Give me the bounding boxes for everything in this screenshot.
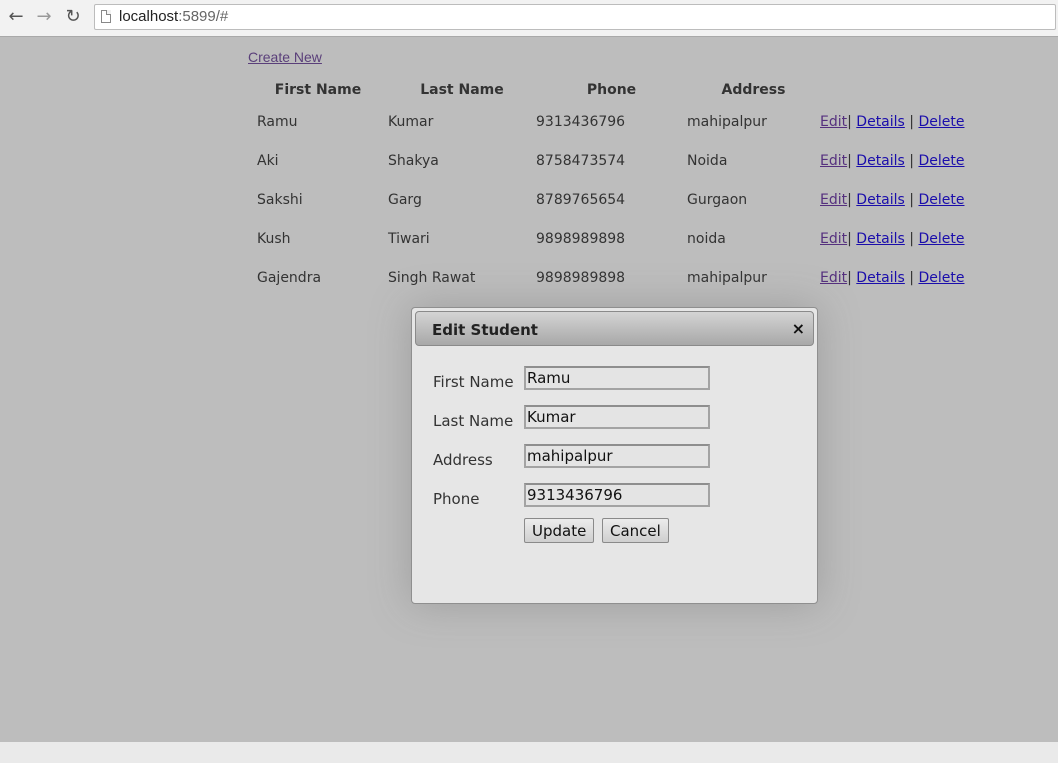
- delete-link[interactable]: Delete: [918, 153, 964, 169]
- url-text: localhost:5899/#: [119, 8, 229, 25]
- cell-phone: 8758473574: [536, 152, 626, 169]
- separator: |: [909, 113, 915, 130]
- edit-link[interactable]: Edit: [820, 153, 847, 169]
- column-header-phone: Phone: [586, 82, 637, 98]
- first-name-input[interactable]: [524, 366, 710, 390]
- delete-link[interactable]: Delete: [918, 270, 964, 286]
- last-name-label: Last Name: [433, 412, 514, 430]
- column-header-last-name: Last Name: [420, 82, 504, 98]
- dialog-title: Edit Student: [432, 321, 538, 339]
- cell-actions: Edit| Details | Delete: [820, 102, 980, 141]
- table-row: Sakshi Garg 8789765654 Gurgaon Edit| Det…: [248, 180, 980, 219]
- separator: |: [847, 269, 852, 286]
- details-link[interactable]: Details: [856, 114, 905, 130]
- cell-actions: Edit| Details | Delete: [820, 258, 980, 297]
- column-header-first-name: First Name: [274, 82, 362, 98]
- table-row: Kush Tiwari 9898989898 noida Edit| Detai…: [248, 219, 980, 258]
- address-input[interactable]: [524, 444, 710, 468]
- table-row: Ramu Kumar 9313436796 mahipalpur Edit| D…: [248, 102, 980, 141]
- table-header-row: First Name Last Name Phone Address: [248, 78, 980, 102]
- cell-phone: 9898989898: [536, 230, 626, 247]
- delete-link[interactable]: Delete: [918, 231, 964, 247]
- cell-last-name: Kumar: [388, 113, 434, 130]
- column-header-address: Address: [721, 82, 786, 98]
- details-link[interactable]: Details: [856, 231, 905, 247]
- delete-link[interactable]: Delete: [918, 114, 964, 130]
- dialog-titlebar[interactable]: Edit Student ×: [415, 311, 814, 346]
- separator: |: [847, 152, 852, 169]
- cell-last-name: Shakya: [388, 152, 439, 169]
- cell-last-name: Singh Rawat: [388, 269, 476, 286]
- cell-phone: 9898989898: [536, 269, 626, 286]
- bottom-bar: [0, 742, 1058, 763]
- cell-last-name: Tiwari: [388, 230, 430, 247]
- details-link[interactable]: Details: [856, 192, 905, 208]
- edit-link[interactable]: Edit: [820, 192, 847, 208]
- edit-link[interactable]: Edit: [820, 114, 847, 130]
- edit-link[interactable]: Edit: [820, 231, 847, 247]
- cell-last-name: Garg: [388, 191, 422, 208]
- edit-student-dialog: Edit Student × First Name Last Name Addr…: [411, 307, 818, 604]
- cell-phone: 8789765654: [536, 191, 626, 208]
- cell-address: noida: [687, 230, 726, 247]
- cell-first-name: Ramu: [257, 113, 298, 130]
- update-button[interactable]: Update: [524, 518, 595, 543]
- cell-first-name: Sakshi: [257, 191, 303, 208]
- cell-actions: Edit| Details | Delete: [820, 180, 980, 219]
- separator: |: [847, 113, 852, 130]
- cell-first-name: Gajendra: [257, 269, 322, 286]
- separator: |: [909, 152, 915, 169]
- close-icon[interactable]: ×: [792, 319, 805, 338]
- last-name-input[interactable]: [524, 405, 710, 429]
- back-arrow-icon[interactable]: ←: [5, 6, 27, 28]
- separator: |: [909, 269, 915, 286]
- cell-first-name: Aki: [257, 152, 279, 169]
- forward-arrow-icon[interactable]: →: [33, 6, 55, 28]
- column-header-actions: [820, 78, 980, 102]
- separator: |: [909, 191, 915, 208]
- students-table: First Name Last Name Phone Address Ramu …: [248, 78, 980, 297]
- delete-link[interactable]: Delete: [918, 192, 964, 208]
- separator: |: [847, 191, 852, 208]
- cell-actions: Edit| Details | Delete: [820, 141, 980, 180]
- cell-phone: 9313436796: [536, 113, 626, 130]
- separator: |: [847, 230, 852, 247]
- first-name-label: First Name: [433, 373, 514, 391]
- cell-address: Noida: [687, 152, 728, 169]
- reload-icon[interactable]: ↻: [62, 6, 84, 28]
- create-new-link[interactable]: Create New: [248, 49, 322, 65]
- separator: |: [909, 230, 915, 247]
- cancel-button[interactable]: Cancel: [602, 518, 669, 543]
- cell-address: mahipalpur: [687, 269, 767, 286]
- cell-actions: Edit| Details | Delete: [820, 219, 980, 258]
- table-row: Aki Shakya 8758473574 Noida Edit| Detail…: [248, 141, 980, 180]
- phone-label: Phone: [433, 490, 480, 508]
- page-icon: [101, 10, 111, 23]
- details-link[interactable]: Details: [856, 270, 905, 286]
- details-link[interactable]: Details: [856, 153, 905, 169]
- address-bar[interactable]: localhost:5899/#: [94, 4, 1056, 30]
- cell-address: Gurgaon: [687, 191, 748, 208]
- phone-input[interactable]: [524, 483, 710, 507]
- edit-link[interactable]: Edit: [820, 270, 847, 286]
- address-label: Address: [433, 451, 493, 469]
- browser-toolbar: ← → ↻ localhost:5899/#: [0, 0, 1058, 37]
- cell-address: mahipalpur: [687, 113, 767, 130]
- cell-first-name: Kush: [257, 230, 291, 247]
- table-row: Gajendra Singh Rawat 9898989898 mahipalp…: [248, 258, 980, 297]
